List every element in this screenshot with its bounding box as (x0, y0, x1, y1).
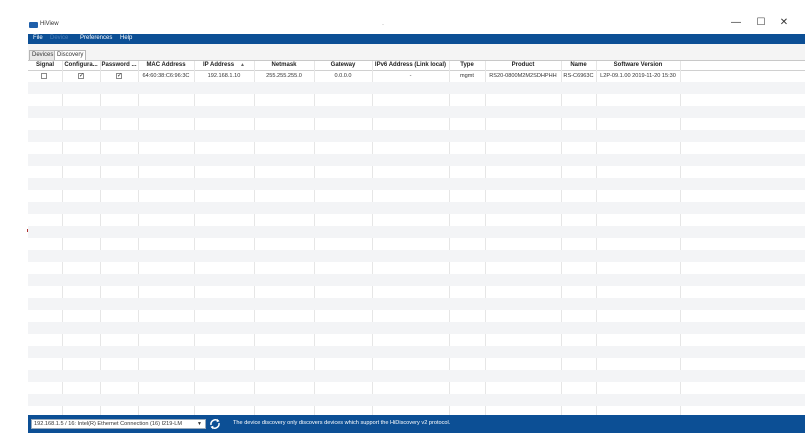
menu-file[interactable]: File (33, 35, 43, 41)
sort-ascending-icon: ▲ (240, 62, 245, 68)
tab-devices[interactable]: Devices (29, 50, 57, 60)
column-header-type[interactable]: Type (449, 61, 485, 70)
title-center-mark: - (382, 22, 384, 28)
window-title: HiView (40, 21, 59, 27)
maximize-button[interactable]: ☐ (754, 17, 768, 28)
column-header-ip-label: IP Address (203, 62, 235, 68)
column-header-product[interactable]: Product (485, 61, 561, 70)
empty-table-row (28, 178, 805, 190)
empty-table-row (28, 106, 805, 118)
type-cell: mgmt (460, 73, 474, 79)
empty-table-row (28, 250, 805, 262)
empty-table-row (28, 82, 805, 94)
software-version-cell: L2P-09.1.00 2019-11-20 15:30 (600, 73, 676, 79)
status-bar: 192.168.1.5 / 16: Intel(R) Ethernet Conn… (28, 415, 805, 433)
tab-discovery[interactable]: Discovery (54, 50, 87, 60)
empty-table-row (28, 118, 805, 130)
column-header-ip-address[interactable]: IP Address ▲ (194, 61, 254, 70)
empty-table-row (28, 94, 805, 106)
empty-table-row (28, 166, 805, 178)
empty-table-row (28, 190, 805, 202)
empty-table-row (28, 238, 805, 250)
column-header-name[interactable]: Name (561, 61, 596, 70)
chevron-down-icon: ▼ (197, 421, 202, 427)
empty-table-row (28, 310, 805, 322)
column-header-mac-address[interactable]: MAC Address (138, 61, 194, 70)
empty-table-row (28, 202, 805, 214)
empty-table-row (28, 154, 805, 166)
menu-help[interactable]: Help (120, 35, 132, 41)
empty-table-row (28, 298, 805, 310)
column-header-software-version[interactable]: Software Version (596, 61, 680, 70)
discovery-table-body: 64:60:38:C6:96:3C 192.168.1.10 255.255.2… (28, 70, 805, 415)
hiview-app-icon (29, 22, 38, 28)
edge-marker (27, 229, 28, 232)
empty-table-row (28, 394, 805, 406)
empty-table-row (28, 370, 805, 382)
empty-table-row (28, 382, 805, 394)
column-header-configurable[interactable]: Configura... (62, 61, 100, 70)
empty-table-row (28, 346, 805, 358)
network-interface-value: 192.168.1.5 / 16: Intel(R) Ethernet Conn… (34, 421, 183, 427)
menu-bar: File Device Preferences Help (28, 34, 805, 44)
empty-table-row (28, 274, 805, 286)
empty-table-row (28, 214, 805, 226)
refresh-icon[interactable] (208, 417, 222, 431)
column-header-netmask[interactable]: Netmask (254, 61, 314, 70)
empty-table-row (28, 142, 805, 154)
ipv6-address-cell: - (409, 73, 412, 79)
title-bar: HiView - — ☐ ✕ (0, 0, 805, 34)
empty-table-row (28, 226, 805, 238)
column-header-gateway[interactable]: Gateway (314, 61, 372, 70)
tab-strip: Devices Discovery (28, 44, 805, 61)
discovery-info-message: The device discovery only discovers devi… (233, 420, 451, 426)
empty-table-row (28, 130, 805, 142)
empty-table-row (28, 322, 805, 334)
column-header-signal[interactable]: Signal (28, 61, 62, 70)
mac-address-cell: 64:60:38:C6:96:3C (142, 73, 190, 79)
name-cell: RS-C6963C (563, 73, 594, 79)
signal-checkbox[interactable] (41, 73, 47, 79)
ip-address-cell: 192.168.1.10 (207, 73, 241, 79)
configurable-checkbox[interactable] (78, 72, 84, 79)
network-interface-select[interactable]: 192.168.1.5 / 16: Intel(R) Ethernet Conn… (31, 419, 206, 429)
column-header-password[interactable]: Password ... (100, 61, 138, 70)
empty-table-row (28, 334, 805, 346)
menu-preferences[interactable]: Preferences (80, 35, 112, 41)
empty-table-row (28, 286, 805, 298)
minimize-button[interactable]: — (729, 17, 743, 28)
close-button[interactable]: ✕ (777, 17, 791, 28)
table-row[interactable]: 64:60:38:C6:96:3C 192.168.1.10 255.255.2… (28, 70, 805, 82)
menu-device[interactable]: Device (50, 35, 68, 41)
empty-table-row (28, 358, 805, 370)
empty-table-row (28, 262, 805, 274)
product-cell: RS20-0800M2M2SDHPHH (489, 73, 557, 79)
column-header-ipv6-address[interactable]: IPv6 Address (Link local) (372, 61, 449, 70)
password-checkbox[interactable] (116, 72, 122, 79)
netmask-cell: 255.255.255.0 (266, 73, 302, 79)
gateway-cell: 0.0.0.0 (334, 73, 352, 79)
